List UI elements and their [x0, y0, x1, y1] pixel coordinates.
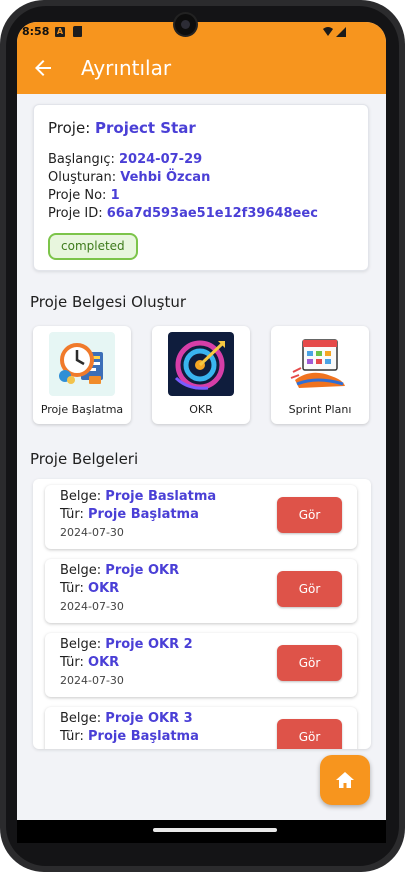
list-item: Belge: Proje Baslatma Tür: Proje Başlatm…	[45, 485, 357, 549]
system-nav-bar	[17, 820, 386, 843]
doc-name-label: Belge:	[60, 489, 106, 504]
tile-label: Proje Başlatma	[40, 403, 124, 416]
doc-type-value: OKR	[88, 655, 120, 670]
start-date-value: 2024-07-29	[119, 152, 203, 167]
list-item: Belge: Proje OKR Tür: OKR 2024-07-30 Gör	[45, 559, 357, 623]
project-info-card: Proje: Project Star Başlangıç: 2024-07-2…	[33, 104, 369, 271]
doc-name-label: Belge:	[60, 563, 106, 578]
project-name-label: Proje:	[48, 119, 96, 137]
app-screen: 8:58 A Ayrıntılar Proje: Project Star Ba…	[17, 22, 386, 820]
start-date-label: Başlangıç:	[48, 152, 119, 167]
doc-name-row: Belge: Proje OKR	[60, 563, 179, 578]
view-button[interactable]: Gör	[277, 571, 342, 607]
create-section-title: Proje Belgesi Oluştur	[30, 293, 186, 311]
arrow-left-icon[interactable]	[31, 56, 55, 80]
doc-type-row: Tür: OKR	[60, 581, 119, 596]
doc-date: 2024-07-30	[60, 600, 124, 613]
start-date-row: Başlangıç: 2024-07-29	[48, 152, 202, 167]
project-name-value: Project Star	[95, 119, 196, 137]
front-camera	[175, 14, 196, 35]
doc-name-value: Proje OKR 3	[105, 711, 193, 726]
doc-type-row: Tür: OKR	[60, 655, 119, 670]
project-no-row: Proje No: 1	[48, 188, 120, 203]
home-icon	[336, 772, 354, 788]
view-button[interactable]: Gör	[277, 645, 342, 681]
status-bar: 8:58 A	[17, 22, 386, 44]
creator-row: Oluşturan: Vehbi Özcan	[48, 170, 210, 185]
doc-type-label: Tür:	[60, 729, 89, 744]
doc-name-value: Proje OKR 2	[105, 637, 193, 652]
project-no-label: Proje No:	[48, 188, 111, 203]
sprint-plan-illustration	[287, 332, 353, 396]
doc-type-label: Tür:	[60, 581, 89, 596]
doc-type-label: Tür:	[60, 507, 89, 522]
status-badge: completed	[48, 233, 138, 260]
doc-type-value: Proje Başlatma	[88, 729, 199, 744]
okr-target-illustration	[168, 332, 234, 396]
creator-value: Vehbi Özcan	[120, 170, 211, 185]
tile-sprint-plan[interactable]: Sprint Planı	[271, 326, 369, 424]
doc-type-row: Tür: Proje Başlatma	[60, 729, 199, 744]
project-start-illustration	[49, 332, 115, 396]
docs-section-title: Proje Belgeleri	[30, 450, 139, 468]
home-fab-button[interactable]	[320, 755, 370, 805]
doc-type-row: Tür: Proje Başlatma	[60, 507, 199, 522]
creator-label: Oluşturan:	[48, 170, 121, 185]
documents-list: Belge: Proje Baslatma Tür: Proje Başlatm…	[33, 479, 371, 749]
doc-name-row: Belge: Proje OKR 3	[60, 711, 193, 726]
list-item: Belge: Proje OKR 2 Tür: OKR 2024-07-30 G…	[45, 633, 357, 697]
doc-name-label: Belge:	[60, 711, 106, 726]
doc-date: 2024-07-30	[60, 526, 124, 539]
doc-name-row: Belge: Proje Baslatma	[60, 489, 216, 504]
doc-name-value: Proje OKR	[105, 563, 180, 578]
home-indicator[interactable]	[153, 828, 277, 832]
doc-type-label: Tür:	[60, 655, 89, 670]
doc-name-value: Proje Baslatma	[105, 489, 217, 504]
project-no-value: 1	[110, 188, 120, 203]
project-name-row: Proje: Project Star	[48, 119, 196, 137]
page-title: Ayrıntılar	[81, 56, 172, 80]
view-button[interactable]: Gör	[277, 497, 342, 533]
project-id-label: Proje ID:	[48, 206, 107, 221]
project-id-value: 66a7d593ae51e12f39648eec	[106, 206, 318, 221]
doc-type-value: OKR	[88, 581, 120, 596]
doc-name-label: Belge:	[60, 637, 106, 652]
status-time: 8:58	[22, 25, 50, 38]
signal-wifi-icons	[322, 26, 348, 41]
doc-type-value: Proje Başlatma	[88, 507, 199, 522]
doc-date: 2024-07-30	[60, 674, 124, 687]
tile-okr[interactable]: OKR	[152, 326, 250, 424]
notification-a-icon: A	[55, 27, 65, 37]
tile-project-start[interactable]: Proje Başlatma	[33, 326, 131, 424]
tile-label: Sprint Planı	[288, 403, 352, 416]
sd-card-icon	[73, 26, 82, 37]
app-bar: Ayrıntılar	[17, 44, 386, 94]
tile-label: OKR	[189, 403, 213, 416]
list-item: Belge: Proje OKR 3 Tür: Proje Başlatma G…	[45, 707, 357, 749]
project-id-row: Proje ID: 66a7d593ae51e12f39648eec	[48, 206, 318, 221]
view-button[interactable]: Gör	[277, 719, 342, 749]
doc-name-row: Belge: Proje OKR 2	[60, 637, 193, 652]
